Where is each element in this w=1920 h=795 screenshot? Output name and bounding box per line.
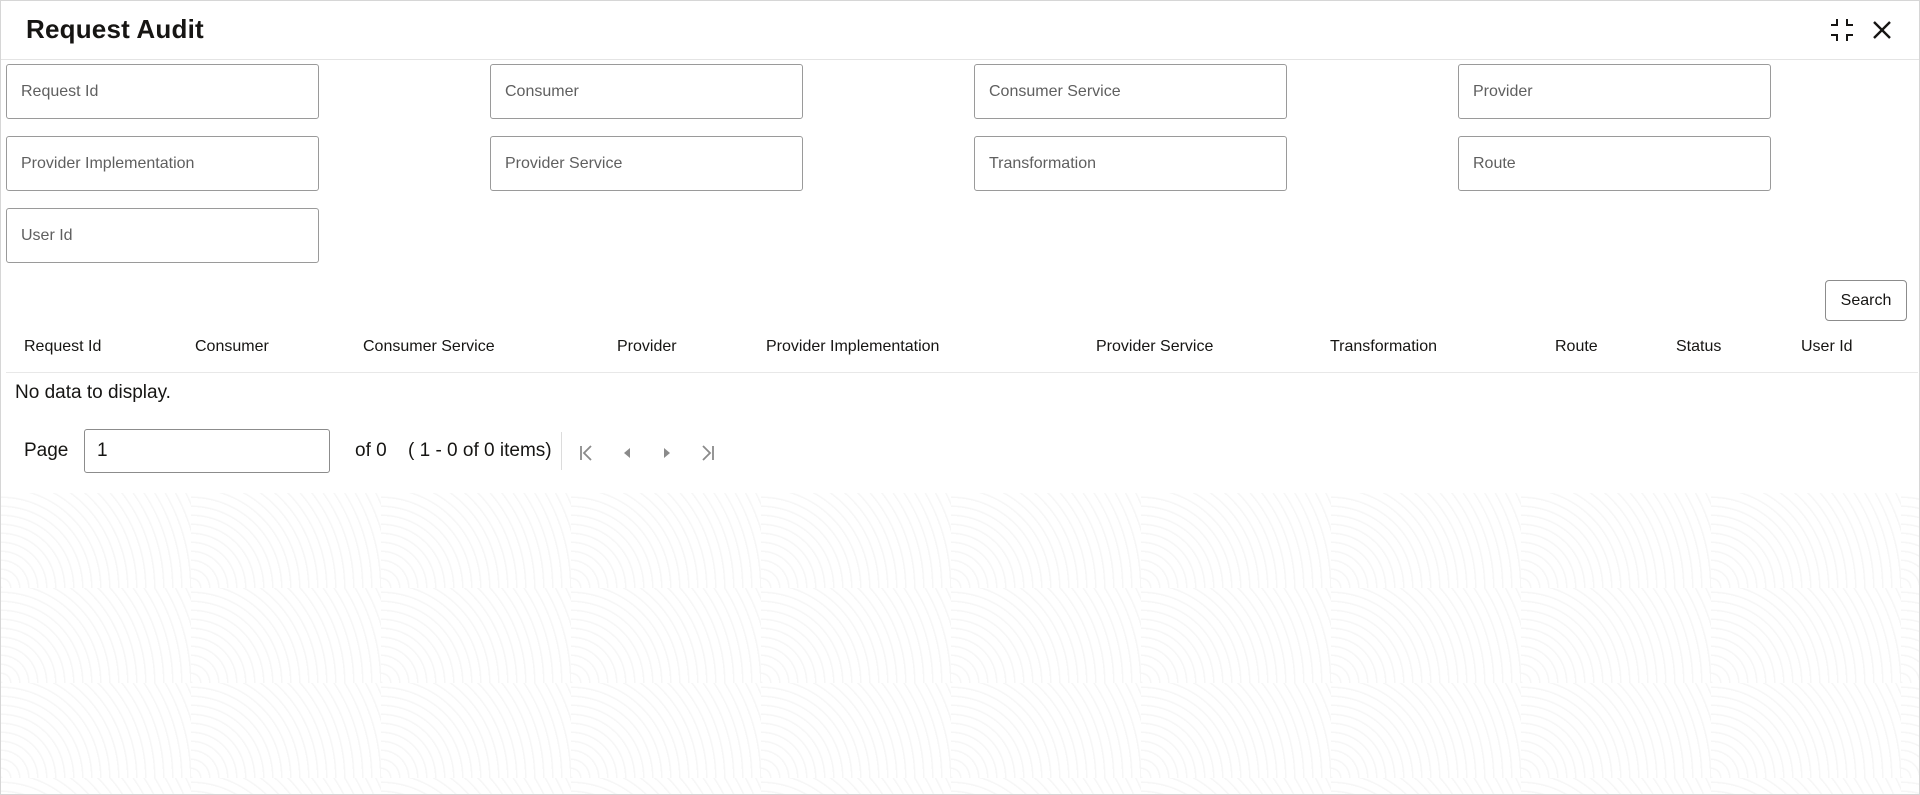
column-header-transformation[interactable]: Transformation xyxy=(1330,338,1437,356)
column-header-provider-service[interactable]: Provider Service xyxy=(1096,338,1213,356)
provider-service-input[interactable] xyxy=(490,136,803,191)
column-header-consumer-service[interactable]: Consumer Service xyxy=(363,338,495,356)
previous-page-icon[interactable] xyxy=(615,441,639,465)
request-audit-dialog: Request Audit Search Request Id Consumer xyxy=(0,0,1920,795)
last-page-icon[interactable] xyxy=(695,441,719,465)
table-header-row: Request Id Consumer Consumer Service Pro… xyxy=(6,326,1918,373)
page-label: Page xyxy=(24,440,69,461)
item-range-text: ( 1 - 0 of 0 items) xyxy=(408,440,552,461)
user-id-input[interactable] xyxy=(6,208,319,263)
page-number-input[interactable] xyxy=(84,429,330,473)
consumer-service-input[interactable] xyxy=(974,64,1287,119)
transformation-input[interactable] xyxy=(974,136,1287,191)
column-header-user-id[interactable]: User Id xyxy=(1801,338,1853,356)
column-header-provider[interactable]: Provider xyxy=(617,338,677,356)
column-header-route[interactable]: Route xyxy=(1555,338,1598,356)
decorative-background-pattern xyxy=(1,493,1919,794)
page-title: Request Audit xyxy=(26,14,204,44)
route-input[interactable] xyxy=(1458,136,1771,191)
compress-icon[interactable] xyxy=(1827,15,1857,45)
consumer-input[interactable] xyxy=(490,64,803,119)
first-page-icon[interactable] xyxy=(575,441,599,465)
provider-implementation-input[interactable] xyxy=(6,136,319,191)
column-header-consumer[interactable]: Consumer xyxy=(195,338,269,356)
column-header-provider-implementation[interactable]: Provider Implementation xyxy=(766,338,939,356)
close-icon[interactable] xyxy=(1867,15,1897,45)
column-header-request-id[interactable]: Request Id xyxy=(24,338,101,356)
request-id-input[interactable] xyxy=(6,64,319,119)
search-button[interactable]: Search xyxy=(1825,280,1907,321)
empty-table-message: No data to display. xyxy=(15,382,171,403)
page-count-text: of 0 xyxy=(355,440,387,461)
next-page-icon[interactable] xyxy=(655,441,679,465)
provider-input[interactable] xyxy=(1458,64,1771,119)
pagination-divider xyxy=(561,432,562,470)
column-header-status[interactable]: Status xyxy=(1676,338,1721,356)
dialog-header: Request Audit xyxy=(1,1,1919,60)
